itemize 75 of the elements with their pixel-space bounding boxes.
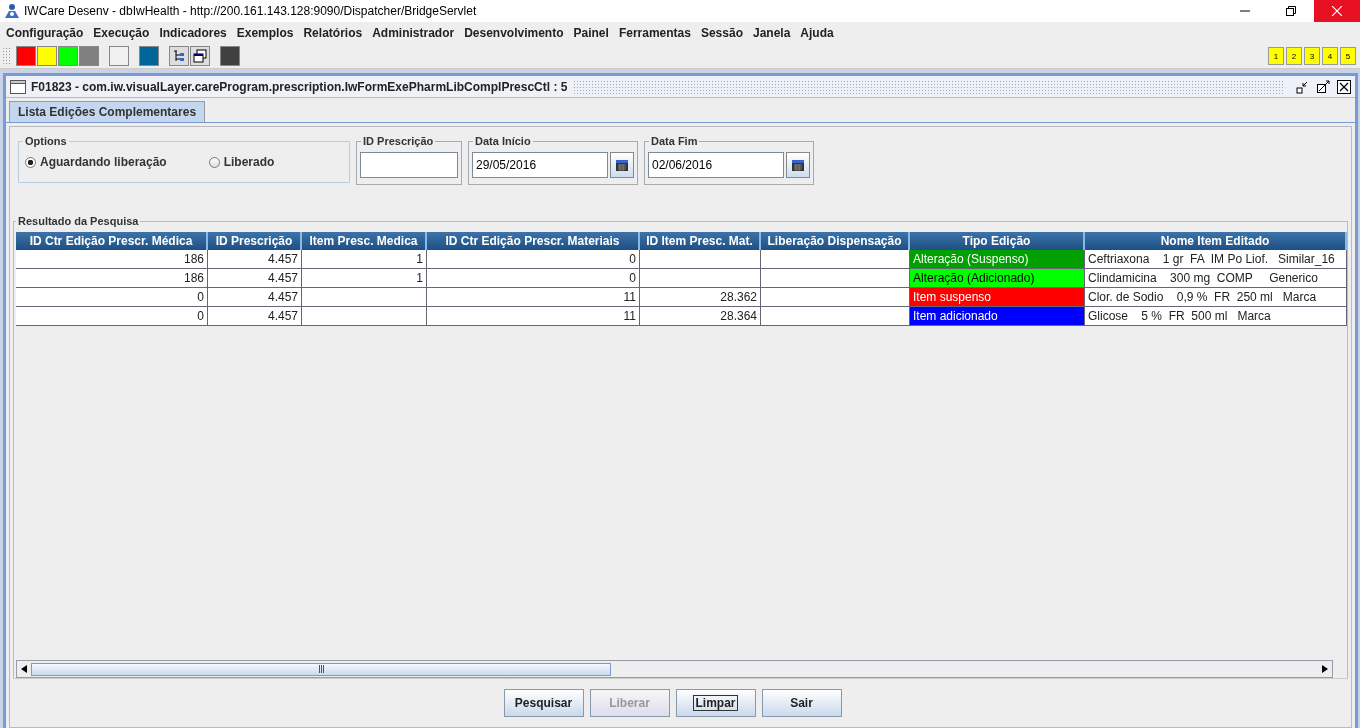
calendar-button[interactable] <box>786 152 810 178</box>
close-icon <box>1332 6 1342 16</box>
column-header[interactable]: Liberação Dispensação <box>761 232 910 250</box>
column-header[interactable]: Tipo Edição <box>910 232 1085 250</box>
menu-item[interactable]: Desenvolvimento <box>460 26 570 40</box>
column-header[interactable]: Item Presc. Medica <box>302 232 427 250</box>
frame-title: F01823 - com.iw.visualLayer.careProgram.prescription.IwFormExePharmLibComplPrescCtl : 5 <box>31 79 568 94</box>
radio-button[interactable] <box>25 156 36 168</box>
radio-label: Liberado <box>223 155 275 169</box>
menu-item[interactable]: Painel <box>569 26 615 40</box>
radio-label: Aguardando liberação <box>40 155 167 169</box>
table-cell: Glicose 5 % FR 500 ml Marca <box>1085 307 1347 326</box>
menu-item[interactable]: Ferramentas <box>614 26 697 40</box>
color-swatch-button[interactable] <box>37 46 57 66</box>
window-title: IWCare Desenv - dbIwHealth - http://200.161.143.128:9090/Dispatcher/BridgeServlet <box>24 4 477 18</box>
menu-item[interactable]: Execução <box>89 26 156 40</box>
maximize-button[interactable] <box>1314 77 1332 96</box>
menu-item[interactable]: Configuração <box>2 26 90 40</box>
action-button[interactable]: Sair <box>761 689 842 717</box>
menu-item[interactable]: Administrador <box>368 26 461 40</box>
color-swatch-button[interactable] <box>16 46 36 66</box>
grip-icon <box>318 665 324 673</box>
field-label: Data Fim <box>649 135 700 147</box>
desktop-button[interactable]: 5 <box>1340 47 1356 65</box>
color-swatch-button[interactable] <box>58 46 78 66</box>
desktop-button[interactable]: 3 <box>1304 47 1320 65</box>
menu-item[interactable]: Ajuda <box>796 26 840 40</box>
input-field[interactable]: 29/05/2016 <box>472 152 608 178</box>
color-swatch-button[interactable] <box>79 46 99 66</box>
menu-item[interactable]: Relatórios <box>299 26 369 40</box>
color-swatch-button[interactable] <box>109 46 129 66</box>
calendar-icon <box>615 158 629 172</box>
table-cell: 0 <box>16 307 208 326</box>
menu-item[interactable]: Sessão <box>696 26 749 40</box>
group-title: Options <box>23 135 69 147</box>
field-label: Data Início <box>473 135 533 147</box>
group-title: Resultado da Pesquisa <box>16 215 141 227</box>
scroll-right-icon <box>1322 665 1328 673</box>
table-cell: Alteração (Adicionado) <box>910 269 1085 288</box>
field-label: ID Prescrição <box>361 135 436 147</box>
action-button[interactable]: Pesquisar <box>503 689 584 717</box>
table-cell: Item adicionado <box>910 307 1085 326</box>
tab[interactable]: Lista Edições Complementares <box>9 101 206 122</box>
table-cell: 11 <box>427 307 640 326</box>
desktop-button[interactable]: 4 <box>1322 47 1338 65</box>
color-swatch-button[interactable] <box>220 46 240 66</box>
windows-icon[interactable] <box>190 46 210 66</box>
calendar-icon <box>791 158 805 172</box>
menu-item[interactable]: Indicadores <box>155 26 233 40</box>
table-cell: 28.364 <box>640 307 761 326</box>
scroll-left-icon <box>21 665 27 673</box>
restore-icon <box>1286 6 1296 16</box>
radio-button[interactable] <box>208 156 220 168</box>
menu-item[interactable]: Exemplos <box>232 26 300 40</box>
calendar-button[interactable] <box>610 152 634 178</box>
desktop-button[interactable]: 2 <box>1286 47 1302 65</box>
table-cell: Alteração (Suspenso) <box>910 250 1085 269</box>
table-cell: Item suspenso <box>910 288 1085 307</box>
app-logo-icon <box>4 3 20 19</box>
desktop-button[interactable]: 1 <box>1268 47 1284 65</box>
column-header[interactable]: ID Item Presc. Mat. <box>640 232 761 250</box>
column-header[interactable]: ID Ctr Edição Prescr. Médica <box>16 232 208 250</box>
color-swatch-button[interactable] <box>139 46 159 66</box>
input-field[interactable]: 02/06/2016 <box>648 152 784 178</box>
tree-icon[interactable] <box>169 46 189 66</box>
close-frame-button[interactable] <box>1335 77 1353 96</box>
column-header[interactable]: Nome Item Editado <box>1085 232 1347 250</box>
column-header[interactable]: ID Ctr Edição Prescr. Materiais <box>427 232 640 250</box>
horizontal-scrollbar[interactable] <box>16 660 1333 678</box>
window-icon <box>10 79 26 94</box>
menu-item[interactable]: Janela <box>748 26 797 40</box>
column-header[interactable]: ID Prescrição <box>208 232 302 250</box>
table-cell: 4.457 <box>208 307 302 326</box>
input-field[interactable] <box>360 152 458 178</box>
action-button[interactable]: Limpar <box>675 689 756 717</box>
